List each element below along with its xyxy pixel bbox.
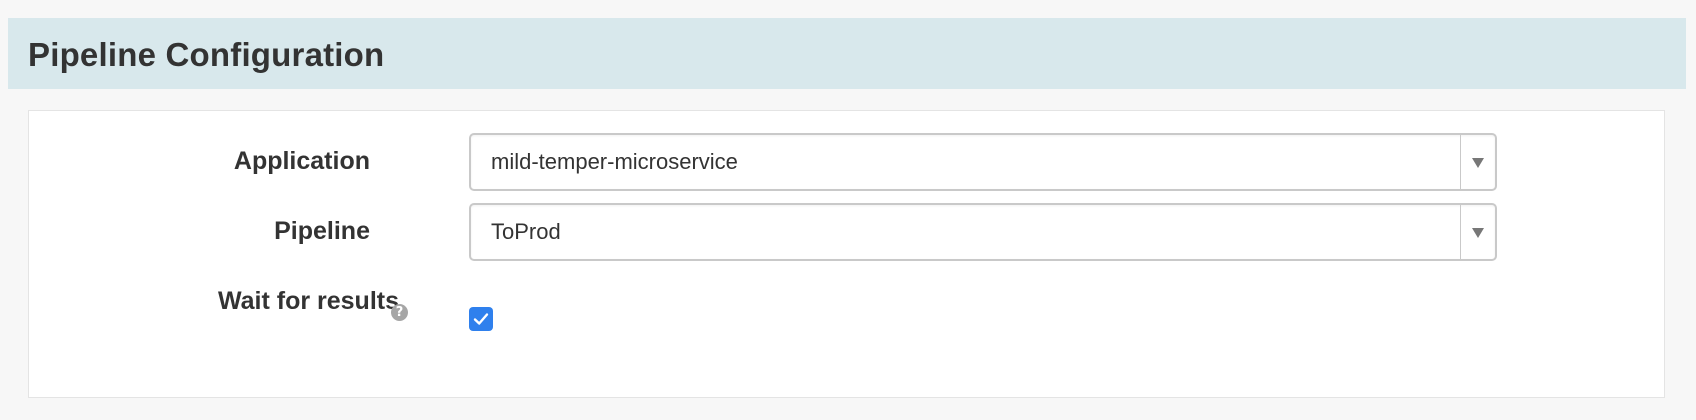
wait-for-results-checkbox[interactable] — [469, 307, 493, 331]
pipeline-config-panel: Application mild-temper-microservice Pip… — [28, 110, 1665, 398]
checkmark-icon — [473, 313, 489, 325]
application-label: Application — [233, 147, 370, 175]
caret-down-icon — [1472, 228, 1484, 238]
section-header: Pipeline Configuration — [8, 18, 1686, 89]
caret-down-icon — [1472, 158, 1484, 168]
question-circle-icon[interactable]: ? — [391, 304, 408, 321]
section-title: Pipeline Configuration — [28, 36, 385, 73]
application-select-toggle[interactable] — [1460, 135, 1495, 189]
pipeline-select-value: ToProd — [491, 219, 561, 244]
wait-for-results-label: Wait for results — [217, 287, 399, 315]
pipeline-select[interactable]: ToProd — [469, 203, 1497, 261]
pipeline-select-toggle[interactable] — [1460, 205, 1495, 259]
application-select-value: mild-temper-microservice — [491, 149, 738, 174]
pipeline-label: Pipeline — [274, 217, 370, 245]
application-select[interactable]: mild-temper-microservice — [469, 133, 1497, 191]
